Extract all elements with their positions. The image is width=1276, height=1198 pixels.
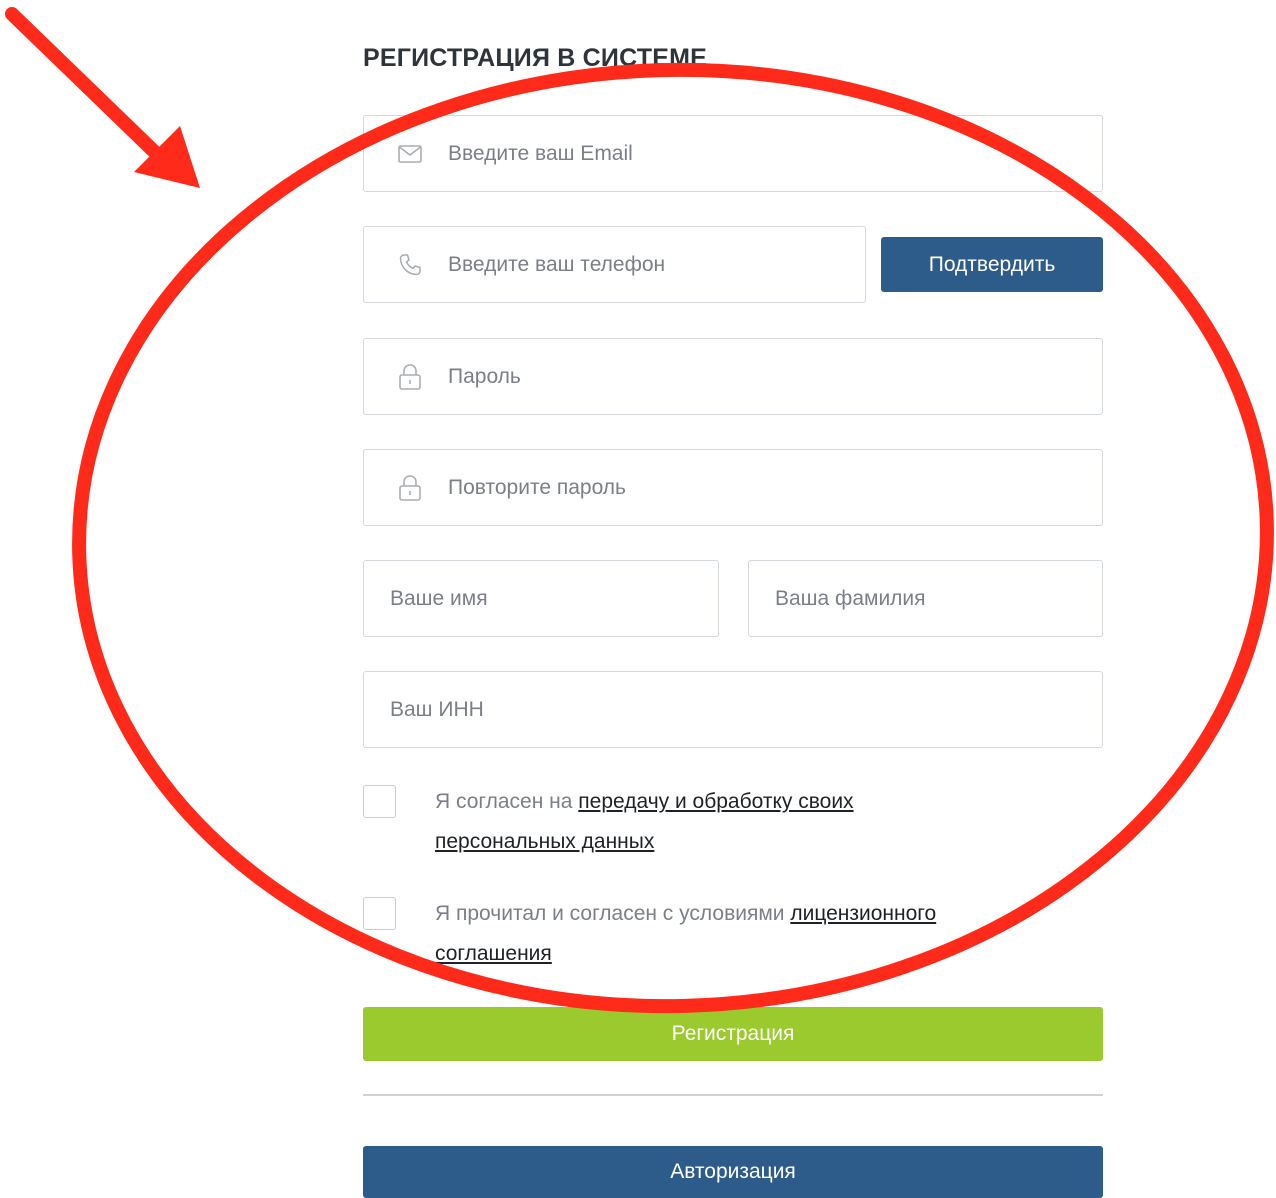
phone-field[interactable]: Введите ваш телефон <box>363 226 866 303</box>
license-agreement: Я прочитал и согласен с условиями лиценз… <box>435 894 955 974</box>
page-title: РЕГИСТРАЦИЯ В СИСТЕМЕ <box>363 44 707 72</box>
first-name-placeholder: Ваше имя <box>390 586 488 610</box>
annotation-arrow-shaft <box>5 7 172 169</box>
inn-field[interactable]: Ваш ИНН <box>363 671 1103 748</box>
inn-placeholder: Ваш ИНН <box>390 697 484 721</box>
last-name-placeholder: Ваша фамилия <box>775 586 926 610</box>
personal-data-agreement: Я согласен на передачу и обработку своих… <box>435 782 955 862</box>
login-button[interactable]: Авторизация <box>363 1146 1103 1198</box>
register-button[interactable]: Регистрация <box>363 1007 1103 1061</box>
divider <box>363 1094 1103 1096</box>
password-repeat-placeholder: Повторите пароль <box>448 475 626 499</box>
password-repeat-field[interactable]: Повторите пароль <box>363 449 1103 526</box>
lock-icon <box>394 361 426 393</box>
email-placeholder: Введите ваш Email <box>448 141 633 165</box>
first-name-field[interactable]: Ваше имя <box>363 560 719 637</box>
last-name-field[interactable]: Ваша фамилия <box>748 560 1103 637</box>
personal-data-prefix: Я согласен на <box>435 790 579 813</box>
personal-data-checkbox[interactable] <box>363 785 396 818</box>
email-field[interactable]: Введите ваш Email <box>363 115 1103 192</box>
confirm-button[interactable]: Подтвердить <box>881 237 1103 292</box>
envelope-icon <box>394 138 426 170</box>
phone-icon <box>394 249 426 281</box>
phone-placeholder: Введите ваш телефон <box>448 252 666 276</box>
password-field[interactable]: Пароль <box>363 338 1103 415</box>
password-placeholder: Пароль <box>448 364 521 388</box>
annotation-arrow-head <box>134 126 200 188</box>
lock-icon <box>394 472 426 504</box>
license-prefix: Я прочитал и согласен с условиями <box>435 902 791 925</box>
annotation-ellipse <box>72 62 1274 1014</box>
license-checkbox[interactable] <box>363 897 396 930</box>
